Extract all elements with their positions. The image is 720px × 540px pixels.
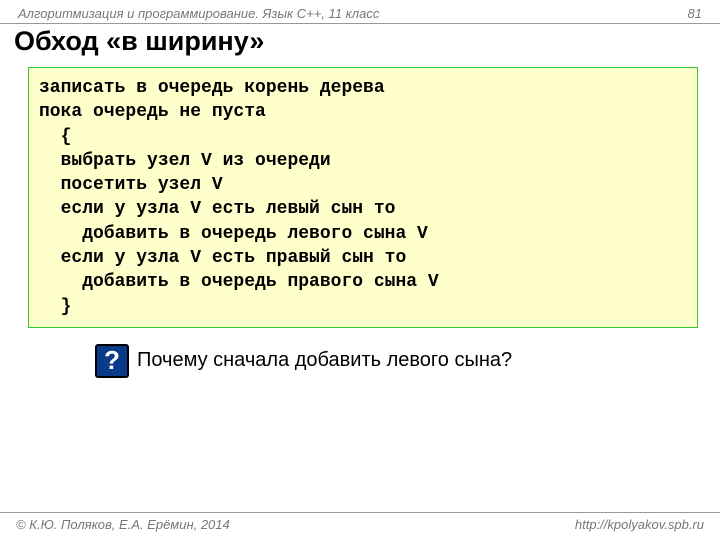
slide-footer: © К.Ю. Поляков, Е.А. Ерёмин, 2014 http:/… <box>0 512 720 532</box>
code-line: добавить в очередь правого сына V <box>39 272 439 292</box>
code-line: { <box>39 127 71 147</box>
url: http://kpolyakov.spb.ru <box>575 517 704 532</box>
code-line: добавить в очередь левого сына V <box>39 224 428 244</box>
code-line: пока очередь не пуста <box>39 102 266 122</box>
code-line: выбрать узел V из очереди <box>39 151 331 171</box>
slide-title: Обход «в ширину» <box>0 24 720 63</box>
code-line: посетить узел V <box>39 175 223 195</box>
code-line: если у узла V есть левый сын то <box>39 199 395 219</box>
question-row: ? Почему сначала добавить левого сына? <box>95 344 720 378</box>
slide-header: Алгоритмизация и программирование. Язык … <box>0 0 720 24</box>
question-icon: ? <box>95 344 129 378</box>
course-title: Алгоритмизация и программирование. Язык … <box>18 6 379 21</box>
code-line: } <box>39 297 71 317</box>
pseudocode-block: записать в очередь корень дерева пока оч… <box>28 67 698 328</box>
copyright: © К.Ю. Поляков, Е.А. Ерёмин, 2014 <box>16 517 230 532</box>
page-number: 81 <box>688 6 702 21</box>
code-line: записать в очередь корень дерева <box>39 78 385 98</box>
code-line: если у узла V есть правый сын то <box>39 248 406 268</box>
question-text: Почему сначала добавить левого сына? <box>137 349 512 372</box>
